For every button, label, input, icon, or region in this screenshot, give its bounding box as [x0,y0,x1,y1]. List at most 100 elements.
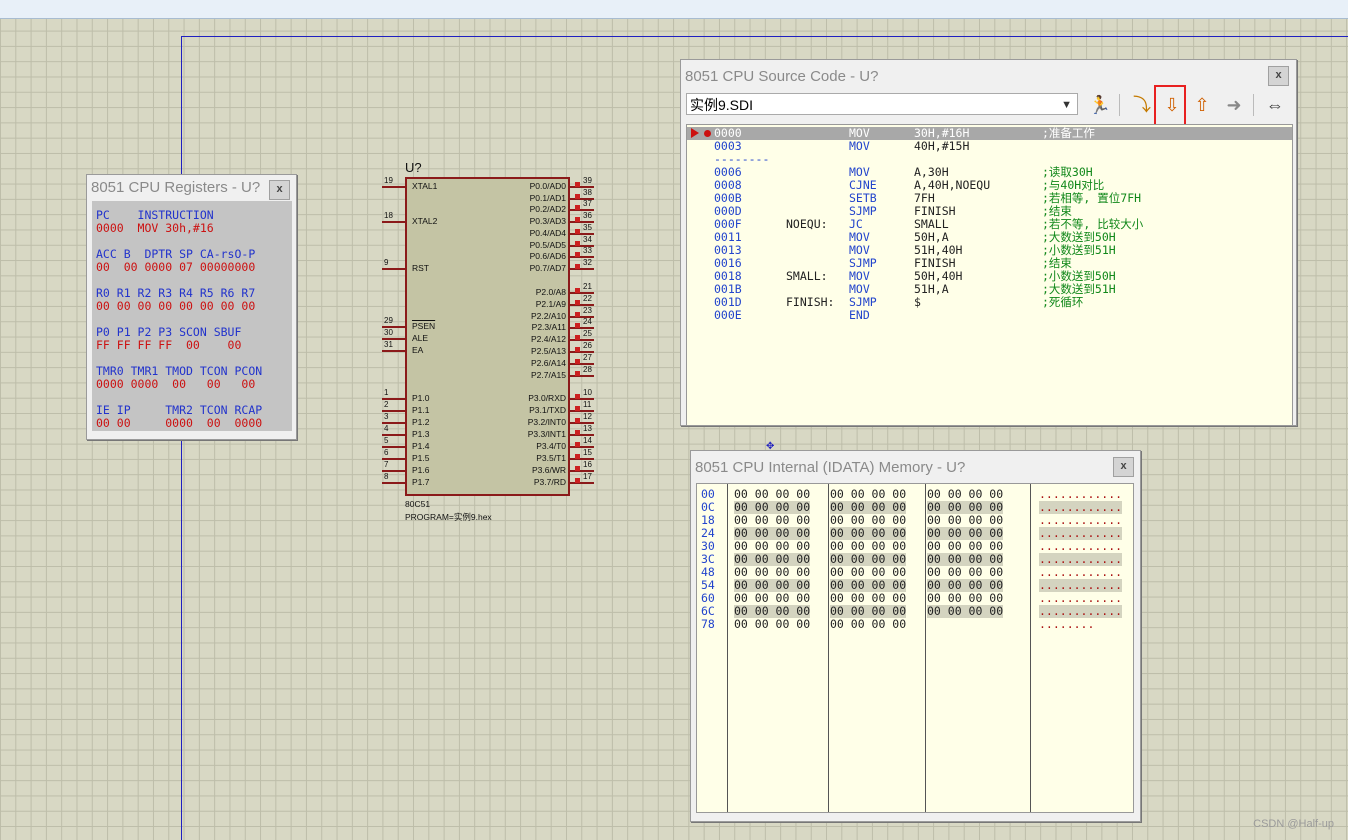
pin-number: 29 [384,316,393,325]
source-line[interactable]: 001B MOV 51H,A ;大数送到51H [687,283,1292,296]
step-over-icon[interactable]: ⤵ [1129,92,1155,118]
pin-label: P0.0/AD0 [529,181,566,191]
source-line[interactable]: 0000 MOV 30H,#16H ;准备工作 [687,127,1292,140]
registers-close-button[interactable]: x [269,180,290,200]
toolbar-separator [1253,94,1254,116]
line-mnemonic: END [849,308,870,322]
pin-state-indicator [575,229,580,234]
step-out-icon[interactable]: ⇧ [1189,92,1215,118]
pin-label: P2.4/A12 [531,334,566,344]
pin-label: P0.6/AD6 [529,251,566,261]
pin-label: P1.3 [412,429,430,439]
line-comment: ;准备工作 [1042,126,1095,140]
pin-label: P1.0 [412,393,430,403]
pin-number: 11 [583,400,592,409]
pin-label: ALE [412,333,429,343]
pin-number: 25 [583,329,592,338]
source-line[interactable]: 0008 CJNE A,40H,NOEQU ;与40H对比 [687,179,1292,192]
chip-program-file: PROGRAM=实例9.hex [405,512,492,522]
register-header: P0 P1 P2 P3 SCON SBUF [96,325,242,339]
pin-state-indicator [575,359,580,364]
chip-reference: U? [405,160,422,175]
pin-number: 24 [583,317,592,326]
register-header: R0 R1 R2 R3 R4 R5 R6 R7 [96,286,256,300]
source-line[interactable]: 000B SETB 7FH ;若相等, 置位7FH [687,192,1292,205]
memory-close-button[interactable]: x [1113,457,1134,477]
line-address: 000E [714,308,742,322]
pin-number: 36 [583,211,592,220]
source-line[interactable]: 0003 MOV 40H,#15H [687,140,1292,153]
memory-grid[interactable]: 00 00 00 00 00 00 00 00 00 00 00 00 00.....… [696,483,1134,813]
pin-number: 9 [384,258,389,267]
pin-number: 14 [583,436,592,445]
source-file-name: 实例9.SDI [690,97,754,113]
source-window[interactable]: 8051 CPU Source Code - U? x 实例9.SDI ▼ 🏃 ⤵… [680,59,1297,426]
pin-number: 37 [583,199,592,208]
pin-label: P3.5/T1 [536,453,566,463]
pin-number: 12 [583,412,592,421]
pin-line [570,482,594,484]
pin-number: 18 [384,211,393,220]
source-line[interactable]: 000F NOEQU: JC SMALL ;若不等, 比较大小 [687,218,1292,231]
registers-window[interactable]: 8051 CPU Registers - U? x PC INSTRUCTION… [86,174,297,440]
chevron-down-icon[interactable]: ▼ [1061,94,1072,116]
current-instruction-icon [691,128,699,138]
pin-number: 26 [583,341,592,350]
pin-state-indicator [575,454,580,459]
memory-window[interactable]: 8051 CPU Internal (IDATA) Memory - U? x … [690,450,1141,822]
source-line[interactable]: 001D FINISH: SJMP $ ;死循环 [687,296,1292,309]
pin-label: P0.7/AD7 [529,263,566,273]
pin-number: 39 [583,176,592,185]
breakpoint-icon[interactable] [704,130,711,137]
pin-state-indicator [575,466,580,471]
pin-label: P0.1/AD1 [529,193,566,203]
pin-line [570,268,594,270]
pin-state-indicator [575,217,580,222]
pin-state-indicator [575,264,580,269]
pin-label: P3.0/RXD [528,393,566,403]
pin-label: P2.6/A14 [531,358,566,368]
pin-state-indicator [575,430,580,435]
pin-label: XTAL2 [412,216,438,226]
source-line[interactable]: 0018 SMALL: MOV 50H,40H ;小数送到50H [687,270,1292,283]
pin-number: 6 [384,448,389,457]
pin-state-indicator [575,418,580,423]
register-header: PC INSTRUCTION [96,208,214,222]
pin-label: P3.2/INT0 [527,417,566,427]
pin-line [382,186,406,188]
registers-title[interactable]: 8051 CPU Registers - U? [87,175,296,201]
pin-label: P2.5/A13 [531,346,566,356]
pin-state-indicator [575,205,580,210]
pin-line [570,375,594,377]
run-to-cursor-icon[interactable]: ➜ [1221,92,1247,118]
pin-state-indicator [575,347,580,352]
source-line[interactable]: -------- [687,153,1292,166]
pin-label: P2.7/A15 [531,370,566,380]
line-operands: 40H,#15H [914,139,970,153]
run-icon[interactable]: 🏃 [1087,92,1113,118]
source-line[interactable]: 000D SJMP FINISH ;结束 [687,205,1292,218]
pin-number: 38 [583,188,592,197]
source-listing[interactable]: 0000 MOV 30H,#16H ;准备工作 0003 MOV 40H,#15H -----… [686,124,1293,426]
pin-number: 1 [384,388,389,397]
memory-bytes[interactable]: 00 00 00 00 [927,605,1004,618]
source-line[interactable]: 000E END [687,309,1292,322]
memory-bytes[interactable]: 00 00 00 00 [830,618,906,631]
memory-bytes[interactable]: 00 00 00 00 [734,618,810,631]
toggle-breakpoint-icon[interactable]: ⇔ [1262,92,1288,118]
memory-row[interactable]: 78 00 00 00 00 00 00 00 00........ [697,618,1133,631]
sheet-border-top [181,36,1348,37]
source-line[interactable]: 0013 MOV 51H,40H ;小数送到51H [687,244,1292,257]
pin-number: 21 [583,282,592,291]
source-line[interactable]: 0011 MOV 50H,A ;大数送到50H [687,231,1292,244]
source-line[interactable]: 0016 SJMP FINISH ;结束 [687,257,1292,270]
memory-ascii: ........ [1039,617,1095,631]
source-file-select[interactable]: 实例9.SDI ▼ [686,93,1078,115]
pin-label: P0.5/AD5 [529,240,566,250]
source-close-button[interactable]: x [1268,66,1289,86]
memory-title[interactable]: 8051 CPU Internal (IDATA) Memory - U? [691,455,1140,481]
pin-label: P1.2 [412,417,430,427]
memory-address: 78 [701,617,715,631]
pin-label: P2.3/A11 [531,322,566,332]
source-title[interactable]: 8051 CPU Source Code - U? [681,64,1296,90]
